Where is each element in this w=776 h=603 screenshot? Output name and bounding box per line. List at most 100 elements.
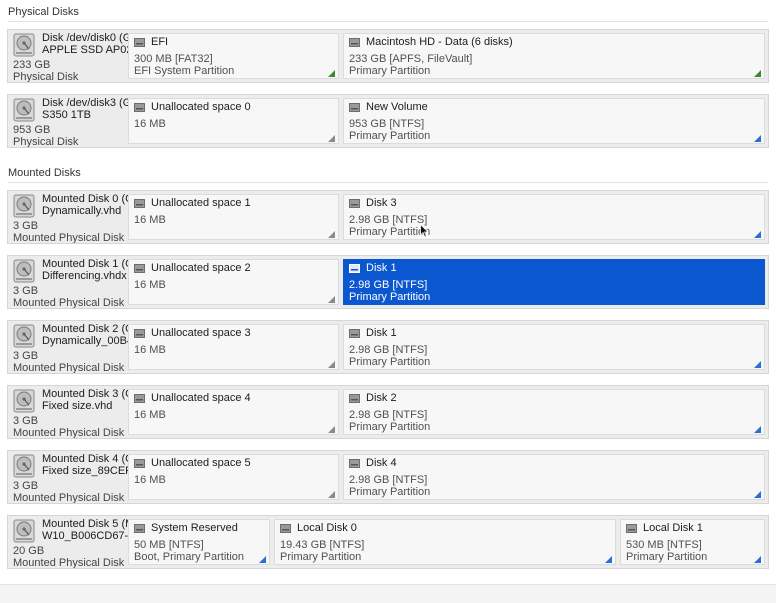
partition-block[interactable]: Disk 2 2.98 GB [NTFS] Primary Partition xyxy=(343,389,765,435)
disk-type: Mounted Physical Disk xyxy=(13,492,125,503)
partition-flag-icon xyxy=(328,133,335,142)
disk-size: 20 GB xyxy=(13,545,45,557)
partition-type: Primary Partition xyxy=(349,486,431,498)
partition-block[interactable]: Local Disk 0 19.43 GB [NTFS] Primary Parti… xyxy=(274,519,616,565)
partition-flag-icon xyxy=(754,229,761,238)
partition-name: EFI xyxy=(151,36,169,48)
disk-row[interactable]: Mounted Disk 0 (G Dynamically.vhd 3 GB Moun… xyxy=(7,190,769,244)
partition-block[interactable]: Unallocated space 4 16 MB xyxy=(128,389,339,435)
partition-name: Disk 3 xyxy=(366,197,397,209)
partition-name: Unallocated space 5 xyxy=(151,457,251,469)
disk-name-line: Mounted Disk 3 (G xyxy=(42,388,128,400)
disk-model-line: W10_B006CD67- xyxy=(42,530,128,542)
disk-size: 3 GB xyxy=(13,285,39,297)
disk-info[interactable]: Mounted Disk 1 (G Differencing.vhdx 3 GB Mo… xyxy=(8,256,128,308)
partition-name: Local Disk 0 xyxy=(297,522,357,534)
disk-info[interactable]: Mounted Disk 0 (G Dynamically.vhd 3 GB Moun… xyxy=(8,191,128,243)
disk-info[interactable]: Mounted Disk 5 (M W10_B006CD67- 20 GB Mount… xyxy=(8,516,128,568)
partition-flag-icon xyxy=(328,294,335,303)
partition-icon xyxy=(349,103,360,112)
hard-disk-icon xyxy=(13,98,35,122)
hard-disk-icon xyxy=(13,194,35,218)
partition-name: System Reserved xyxy=(151,522,238,534)
partition-type: Primary Partition xyxy=(349,226,431,238)
partition-block[interactable]: New Volume 953 GB [NTFS] Primary Partition xyxy=(343,98,765,144)
disk-name: Mounted Disk 0 (G Dynamically.vhd xyxy=(42,193,128,217)
disk-model-line: Differencing.vhdx xyxy=(42,270,127,282)
hard-disk-icon xyxy=(13,389,35,413)
partition-flag-icon xyxy=(328,489,335,498)
disk-row[interactable]: Mounted Disk 5 (M W10_B006CD67- 20 GB Mount… xyxy=(7,515,769,569)
section-title-physical: Physical Disks xyxy=(8,6,79,18)
partition-icon xyxy=(626,524,637,533)
partition-icon xyxy=(349,394,360,403)
disk-model-line: Dynamically.vhd xyxy=(42,205,122,217)
partition-block[interactable]: Unallocated space 3 16 MB xyxy=(128,324,339,370)
disk-info[interactable]: Mounted Disk 4 (G Fixed size_89CEF 3 GB Mou… xyxy=(8,451,128,503)
partition-name: Unallocated space 4 xyxy=(151,392,251,404)
disk-row[interactable]: Mounted Disk 4 (G Fixed size_89CEF 3 GB Mou… xyxy=(7,450,769,504)
partition-block[interactable]: Unallocated space 5 16 MB xyxy=(128,454,339,500)
partition-block[interactable]: Unallocated space 0 16 MB xyxy=(128,98,339,144)
partition-icon xyxy=(349,264,360,273)
section-divider xyxy=(8,182,768,183)
partition-name: Disk 4 xyxy=(366,457,397,469)
partition-type: Primary Partition xyxy=(349,65,431,77)
partition-block[interactable]: EFI 300 MB [FAT32] EFI System Partition xyxy=(128,33,339,79)
partition-size: 50 MB [NTFS] xyxy=(134,539,204,551)
partition-flag-icon xyxy=(328,359,335,368)
disk-row[interactable]: Mounted Disk 2 (G Dynamically_00B4 3 GB Mou… xyxy=(7,320,769,374)
partition-name: Unallocated space 0 xyxy=(151,101,251,113)
partition-size: 2.98 GB [NTFS] xyxy=(349,409,428,421)
disk-info[interactable]: Disk /dev/disk3 (G S350 1TB 953 GB Physical… xyxy=(8,95,128,147)
disk-info[interactable]: Mounted Disk 2 (G Dynamically_00B4 3 GB Mou… xyxy=(8,321,128,373)
disk-type: Mounted Physical Disk xyxy=(13,362,125,373)
partition-name: Unallocated space 1 xyxy=(151,197,251,209)
disk-type: Physical Disk xyxy=(13,136,79,147)
disk-row[interactable]: Mounted Disk 3 (G Fixed size.vhd 3 GB Mount… xyxy=(7,385,769,439)
partition-block[interactable]: Disk 4 2.98 GB [NTFS] Primary Partition xyxy=(343,454,765,500)
disk-size: 233 GB xyxy=(13,59,51,71)
partition-block[interactable]: Local Disk 1 530 MB [NTFS] Primary Partiti… xyxy=(620,519,765,565)
partition-size: 233 GB [APFS, FileVault] xyxy=(349,53,473,65)
partition-block[interactable]: Disk 3 2.98 GB [NTFS] Primary Partition xyxy=(343,194,765,240)
partition-icon xyxy=(134,524,145,533)
disk-type: Mounted Physical Disk xyxy=(13,427,125,438)
disk-info[interactable]: Disk /dev/disk0 (G APPLE SSD AP02 233 GB Ph… xyxy=(8,30,128,82)
partition-name: Macintosh HD - Data (6 disks) xyxy=(366,36,513,48)
partition-block[interactable]: Unallocated space 1 16 MB xyxy=(128,194,339,240)
partition-size: 2.98 GB [NTFS] xyxy=(349,344,428,356)
partition-flag-icon xyxy=(754,68,761,77)
partition-flag-icon xyxy=(328,68,335,77)
disk-name: Mounted Disk 3 (G Fixed size.vhd xyxy=(42,388,128,412)
partition-size: 16 MB xyxy=(134,344,166,356)
partition-flag-icon xyxy=(328,424,335,433)
disk-row[interactable]: Mounted Disk 1 (G Differencing.vhdx 3 GB Mo… xyxy=(7,255,769,309)
disk-row[interactable]: Disk /dev/disk3 (G S350 1TB 953 GB Physical… xyxy=(7,94,769,148)
partition-icon xyxy=(349,329,360,338)
disk-model-line: Dynamically_00B4 xyxy=(42,335,128,347)
disk-type: Mounted Physical Disk xyxy=(13,557,125,568)
partition-block[interactable]: Disk 1 2.98 GB [NTFS] Primary Partition xyxy=(343,324,765,370)
partition-block[interactable]: Macintosh HD - Data (6 disks) 233 GB [APF… xyxy=(343,33,765,79)
partition-flag-icon xyxy=(754,133,761,142)
partition-size: 2.98 GB [NTFS] xyxy=(349,279,428,291)
partition-block[interactable]: Unallocated space 2 16 MB xyxy=(128,259,339,305)
partition-size: 2.98 GB [NTFS] xyxy=(349,214,428,226)
disk-info[interactable]: Mounted Disk 3 (G Fixed size.vhd 3 GB Mount… xyxy=(8,386,128,438)
disk-name: Mounted Disk 4 (G Fixed size_89CEF xyxy=(42,453,128,477)
partition-block[interactable]: System Reserved 50 MB [NTFS] Boot, Primary… xyxy=(128,519,270,565)
disk-name: Disk /dev/disk0 (G APPLE SSD AP02 xyxy=(42,32,128,56)
disk-model-line: Fixed size.vhd xyxy=(42,400,113,412)
hard-disk-icon xyxy=(13,259,35,283)
partition-icon xyxy=(134,38,145,47)
hard-disk-icon xyxy=(13,519,35,543)
disk-row[interactable]: Disk /dev/disk0 (G APPLE SSD AP02 233 GB Ph… xyxy=(7,29,769,83)
hard-disk-icon xyxy=(13,324,35,348)
partition-icon xyxy=(134,199,145,208)
hard-disk-icon xyxy=(13,454,35,478)
partition-block[interactable]: Disk 1 2.98 GB [NTFS] Primary Partition xyxy=(343,259,765,305)
disk-name-line: Disk /dev/disk0 (G xyxy=(42,32,128,44)
partition-icon xyxy=(134,103,145,112)
disk-size: 953 GB xyxy=(13,124,51,136)
